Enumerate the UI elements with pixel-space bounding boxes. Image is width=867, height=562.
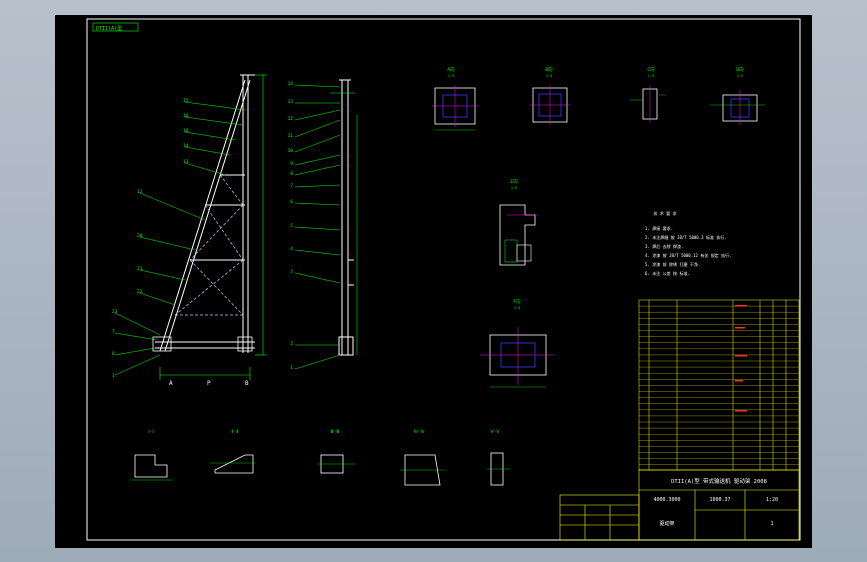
svg-text:3: 3 <box>290 269 293 275</box>
svg-text:1:5: 1:5 <box>737 74 743 78</box>
technical-notes: 技 术 要 求 1. 焊接 要求. 2. 未注焊缝 按 JB/T 5000.3 … <box>645 210 732 276</box>
svg-text:13: 13 <box>288 99 294 105</box>
svg-text:1:5: 1:5 <box>514 306 520 310</box>
parts-list-rows <box>639 305 799 465</box>
svg-text:2. 未注焊缝 按 JB/T 5000.3 标准 执行.: 2. 未注焊缝 按 JB/T 5000.3 标准 执行. <box>645 234 727 240</box>
svg-text:1:5: 1:5 <box>511 186 517 190</box>
svg-text:4: 4 <box>290 246 293 252</box>
detail-view-c: C向 1:5 <box>630 66 665 123</box>
svg-text:1. 焊接 要求.: 1. 焊接 要求. <box>645 225 673 231</box>
svg-text:1:5: 1:5 <box>546 74 552 78</box>
svg-text:12: 12 <box>288 116 294 122</box>
svg-text:8: 8 <box>112 351 115 357</box>
svg-text:F向: F向 <box>513 298 521 305</box>
svg-text:18: 18 <box>183 128 189 134</box>
svg-text:5: 5 <box>290 223 293 229</box>
svg-text:1:5: 1:5 <box>448 74 454 78</box>
svg-text:2: 2 <box>290 341 293 347</box>
base-plate-right <box>237 336 253 352</box>
left-labels: 15 16 18 14 13 12 20 21 22 23 7 8 1 <box>112 98 189 379</box>
title-block-scale: 1:20 <box>766 497 778 503</box>
svg-text:10: 10 <box>288 148 294 154</box>
cad-viewport[interactable]: DTII(A)型 15 16 18 14 13 12 20 21 22 23 7… <box>55 15 812 548</box>
svg-text:7: 7 <box>112 329 115 335</box>
svg-text:Ⅳ-Ⅳ: Ⅳ-Ⅳ <box>413 429 425 435</box>
dim-label-p: P <box>207 380 211 387</box>
detail-view-b: B向 1:5 <box>530 66 570 125</box>
svg-text:14: 14 <box>288 81 294 87</box>
parts-list-red-marks <box>735 305 747 412</box>
svg-text:11: 11 <box>288 133 294 139</box>
svg-text:A向: A向 <box>447 66 455 73</box>
dim-label-a: A <box>169 380 173 387</box>
svg-text:8: 8 <box>290 171 293 177</box>
title-block-weight: 1000.37 <box>709 497 730 503</box>
section-view-3: Ⅲ-Ⅲ <box>317 429 355 474</box>
svg-text:E向: E向 <box>510 178 518 185</box>
svg-text:21: 21 <box>137 266 143 272</box>
section-view-1: Ⅰ-Ⅰ <box>130 429 173 481</box>
svg-text:Ⅲ-Ⅲ: Ⅲ-Ⅲ <box>331 429 340 435</box>
svg-text:16: 16 <box>183 113 189 119</box>
title-block-sheet: 1 <box>770 521 773 527</box>
sheet-border <box>86 18 801 541</box>
svg-text:Ⅴ-Ⅴ: Ⅴ-Ⅴ <box>491 429 501 435</box>
side-view-dims <box>330 92 358 355</box>
svg-text:1: 1 <box>290 365 293 371</box>
drawing-canvas: DTII(A)型 15 16 18 14 13 12 20 21 22 23 7… <box>86 18 801 541</box>
title-block-title: DTII(A)型 带式输送机 驱动架 2008 <box>671 477 767 485</box>
svg-text:5. 涂漆 前 除锈 打磨 干净.: 5. 涂漆 前 除锈 打磨 干净. <box>645 261 700 267</box>
svg-text:6: 6 <box>290 199 293 205</box>
svg-text:22: 22 <box>137 289 143 295</box>
svg-text:Ⅰ-Ⅰ: Ⅰ-Ⅰ <box>148 429 153 435</box>
right-labels: 14 13 12 11 10 9 8 7 6 5 4 3 2 1 <box>288 81 294 371</box>
svg-text:1: 1 <box>112 373 115 379</box>
svg-text:Ⅱ-Ⅱ: Ⅱ-Ⅱ <box>231 429 238 435</box>
detail-view-d: D向 1:5 <box>710 66 765 125</box>
svg-text:D向: D向 <box>736 66 744 73</box>
section-view-4: Ⅳ-Ⅳ <box>400 429 445 486</box>
side-view <box>338 79 354 356</box>
svg-text:技 术 要 求: 技 术 要 求 <box>653 210 676 216</box>
svg-text:9: 9 <box>290 161 293 167</box>
svg-text:1:5: 1:5 <box>648 74 654 78</box>
detail-view-f: F向 1:5 <box>480 298 555 388</box>
svg-text:C向: C向 <box>647 66 655 73</box>
title-block-drawing-no: 4000.3000 <box>653 497 680 503</box>
parts-list-table <box>638 299 800 471</box>
svg-text:6. 未注 公差 按 标准.: 6. 未注 公差 按 标准. <box>645 270 690 276</box>
detail-view-e: E向 1:5 <box>499 178 537 266</box>
svg-text:B向: B向 <box>545 66 553 73</box>
svg-text:14: 14 <box>183 143 189 149</box>
svg-text:15: 15 <box>183 98 189 104</box>
svg-text:7: 7 <box>290 183 293 189</box>
title-block-part-name: 驱动架 <box>659 520 674 527</box>
svg-text:12: 12 <box>137 189 143 195</box>
svg-text:23: 23 <box>112 309 118 315</box>
dim-label-b: B <box>245 380 249 387</box>
section-view-5: Ⅴ-Ⅴ <box>487 429 510 486</box>
right-leaders <box>294 84 341 370</box>
svg-text:13: 13 <box>183 159 189 165</box>
main-front-view <box>155 74 255 353</box>
svg-text:4. 涂漆 按 JB/T 5000.12 有关 规定 执行.: 4. 涂漆 按 JB/T 5000.12 有关 规定 执行. <box>645 252 732 258</box>
section-view-2: Ⅱ-Ⅱ <box>210 429 255 474</box>
title-tag: DTII(A)型 <box>96 25 122 32</box>
detail-view-a: A向 1:5 <box>432 66 478 131</box>
svg-text:20: 20 <box>137 233 143 239</box>
svg-text:3. 焊后 去除 焊渣.: 3. 焊后 去除 焊渣. <box>645 243 683 249</box>
